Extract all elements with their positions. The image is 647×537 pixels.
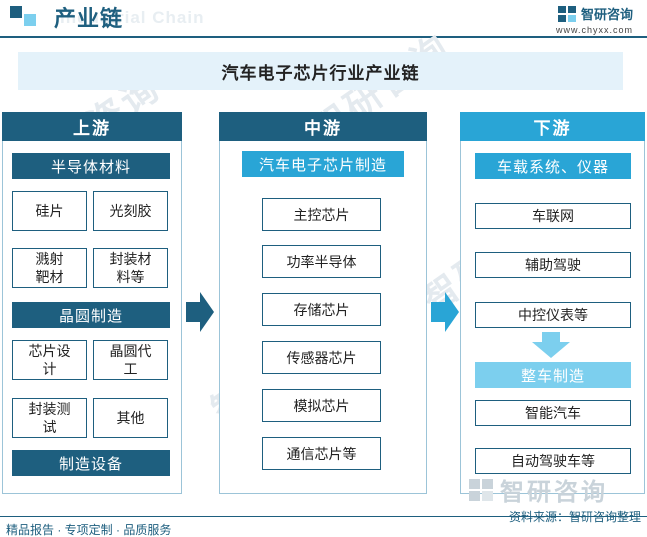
midstream-item: 通信芯片等 (262, 437, 381, 470)
midstream-item: 模拟芯片 (262, 389, 381, 422)
flow-arrow-icon (186, 292, 214, 332)
bottom-brand-watermark: 智研咨询 (468, 472, 608, 507)
midstream-item: 功率半导体 (262, 245, 381, 278)
downstream-label: 整车制造 (475, 362, 631, 388)
header-divider (0, 36, 647, 38)
brand-block: 智研咨询 www.chyxx.com (556, 4, 633, 35)
downstream-head: 下游 (460, 112, 645, 141)
upstream-item: 其他 (93, 398, 168, 438)
upstream-item: 溅射靶材 (12, 248, 87, 288)
upstream-section-label: 半导体材料 (12, 153, 170, 179)
upstream-item: 封装材料等 (93, 248, 168, 288)
downstream-item: 辅助驾驶 (475, 252, 631, 278)
downstream-item: 自动驾驶车等 (475, 448, 631, 474)
header-square-light (24, 14, 36, 26)
downstream-label: 车载系统、仪器 (475, 153, 631, 179)
header-square-dark (10, 6, 22, 18)
footer-slogan: 精品报告 · 专项定制 · 品质服务 (6, 523, 172, 537)
upstream-item: 硅片 (12, 191, 87, 231)
upstream-item: 封装测试 (12, 398, 87, 438)
midstream-label: 汽车电子芯片制造 (242, 151, 404, 177)
header-title: 产业链 (54, 6, 124, 31)
upstream-section-label: 晶圆制造 (12, 302, 170, 328)
down-arrow-icon (532, 332, 570, 358)
midstream-item: 存储芯片 (262, 293, 381, 326)
bottom-brand-watermark-text: 智研咨询 (500, 479, 608, 506)
brand-logo-icon (557, 5, 576, 22)
diagram-title: 汽车电子芯片行业产业链 (18, 52, 623, 90)
midstream-item: 传感器芯片 (262, 341, 381, 374)
midstream-item: 主控芯片 (262, 198, 381, 231)
brand-name: 智研咨询 (580, 7, 633, 22)
brand-url: www.chyxx.com (555, 25, 633, 35)
downstream-item: 车联网 (475, 203, 631, 229)
downstream-item: 中控仪表等 (475, 302, 631, 328)
brand-logo-icon (469, 478, 493, 501)
midstream-head: 中游 (219, 112, 427, 141)
flow-arrow-icon (431, 292, 459, 332)
upstream-item: 芯片设计 (12, 340, 87, 380)
upstream-item: 晶圆代工 (93, 340, 168, 380)
upstream-section-label: 制造设备 (12, 450, 170, 476)
downstream-item: 智能汽车 (475, 400, 631, 426)
upstream-head: 上游 (2, 112, 182, 141)
footer-divider (0, 516, 647, 517)
upstream-item: 光刻胶 (93, 191, 168, 231)
